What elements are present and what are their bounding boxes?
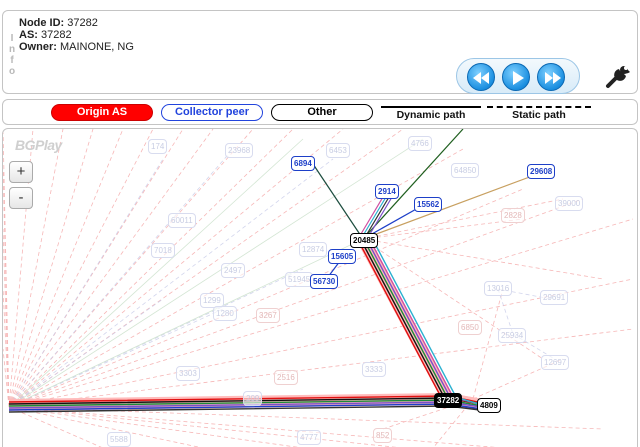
owner-row: Owner: MAINONE, NG [19,41,134,53]
graph-node[interactable]: 12874 [299,242,328,257]
graph-node-collector[interactable]: 56730 [310,274,339,289]
as-label: AS: [19,29,38,41]
graph-node[interactable]: 4777 [297,430,321,445]
graph-node-collector[interactable]: 29608 [527,164,556,179]
owner-label: Owner: [19,41,57,53]
node-id-row: Node ID: 37282 [19,17,98,29]
graph-node[interactable]: 2828 [501,208,525,223]
fast-forward-icon [545,72,561,84]
legend-static-path: Static path [487,106,591,124]
graph-node[interactable]: 60011 [168,213,196,228]
graph-node-origin[interactable]: 37282 [434,393,463,408]
graph-node-other[interactable]: 20485 [350,233,379,248]
graph-node[interactable]: 7018 [151,243,175,258]
graph-node[interactable]: 3303 [176,366,200,381]
graph-canvas[interactable]: BGPlay + - 12874 6453 4766 64850 2828 39… [2,128,638,447]
graph-node-collector[interactable]: 15605 [328,249,357,264]
node-id-label: Node ID: [19,17,65,29]
graph-node-other[interactable]: 4809 [477,398,501,413]
graph-node[interactable]: 64850 [451,163,480,178]
legend-other: Other [271,104,373,121]
graph-node-collector[interactable]: 6894 [291,156,315,171]
bgplay-logo: BGPlay [15,137,62,153]
as-row: AS: 37282 [19,29,72,41]
graph-node[interactable]: 209 [243,391,263,406]
rewind-icon [473,72,489,84]
graph-node[interactable]: 6453 [326,143,350,158]
graph-node[interactable]: 23968 [225,143,254,158]
graph-node[interactable]: 6850 [458,320,482,335]
graph-node[interactable]: 13016 [484,281,513,296]
owner-value: MAINONE, NG [59,41,134,53]
graph-node[interactable]: 12697 [541,355,570,370]
legend-dynamic-path: Dynamic path [381,106,481,124]
graph-node[interactable]: 5588 [107,432,131,447]
as-value: 37282 [41,29,72,41]
node-id-value: 37282 [67,17,98,29]
graph-node[interactable]: 39000 [555,196,584,211]
playback-controls [456,58,580,94]
graph-node[interactable]: 3267 [256,308,280,323]
graph-node[interactable]: 4766 [408,136,432,151]
graph-node[interactable]: 3333 [362,362,386,377]
info-vertical-label: Info [8,33,16,77]
graph-node[interactable]: 2497 [221,263,245,278]
graph-node[interactable]: 29691 [540,290,569,305]
rewind-button[interactable] [467,63,495,91]
legend-origin-as: Origin AS [51,104,153,121]
zoom-out-button[interactable]: - [9,187,33,209]
graph-node[interactable]: 174 [148,139,168,154]
zoom-in-button[interactable]: + [9,161,33,183]
legend-collector-peer: Collector peer [161,104,263,121]
play-icon [513,71,524,85]
graph-node-collector[interactable]: 2914 [375,184,399,199]
graph-node[interactable]: 852 [373,428,393,443]
graph-node[interactable]: 25934 [498,328,527,343]
settings-button[interactable] [602,60,634,92]
wrench-icon [606,66,630,88]
play-button[interactable] [502,63,530,91]
graph-node[interactable]: 51945 [285,272,314,287]
fast-forward-button[interactable] [537,63,565,91]
graph-node[interactable]: 2516 [274,370,298,385]
graph-node[interactable]: 1280 [213,306,237,321]
graph-node-collector[interactable]: 15562 [414,197,443,212]
legend-panel: Origin AS Collector peer Other Dynamic p… [2,99,638,125]
